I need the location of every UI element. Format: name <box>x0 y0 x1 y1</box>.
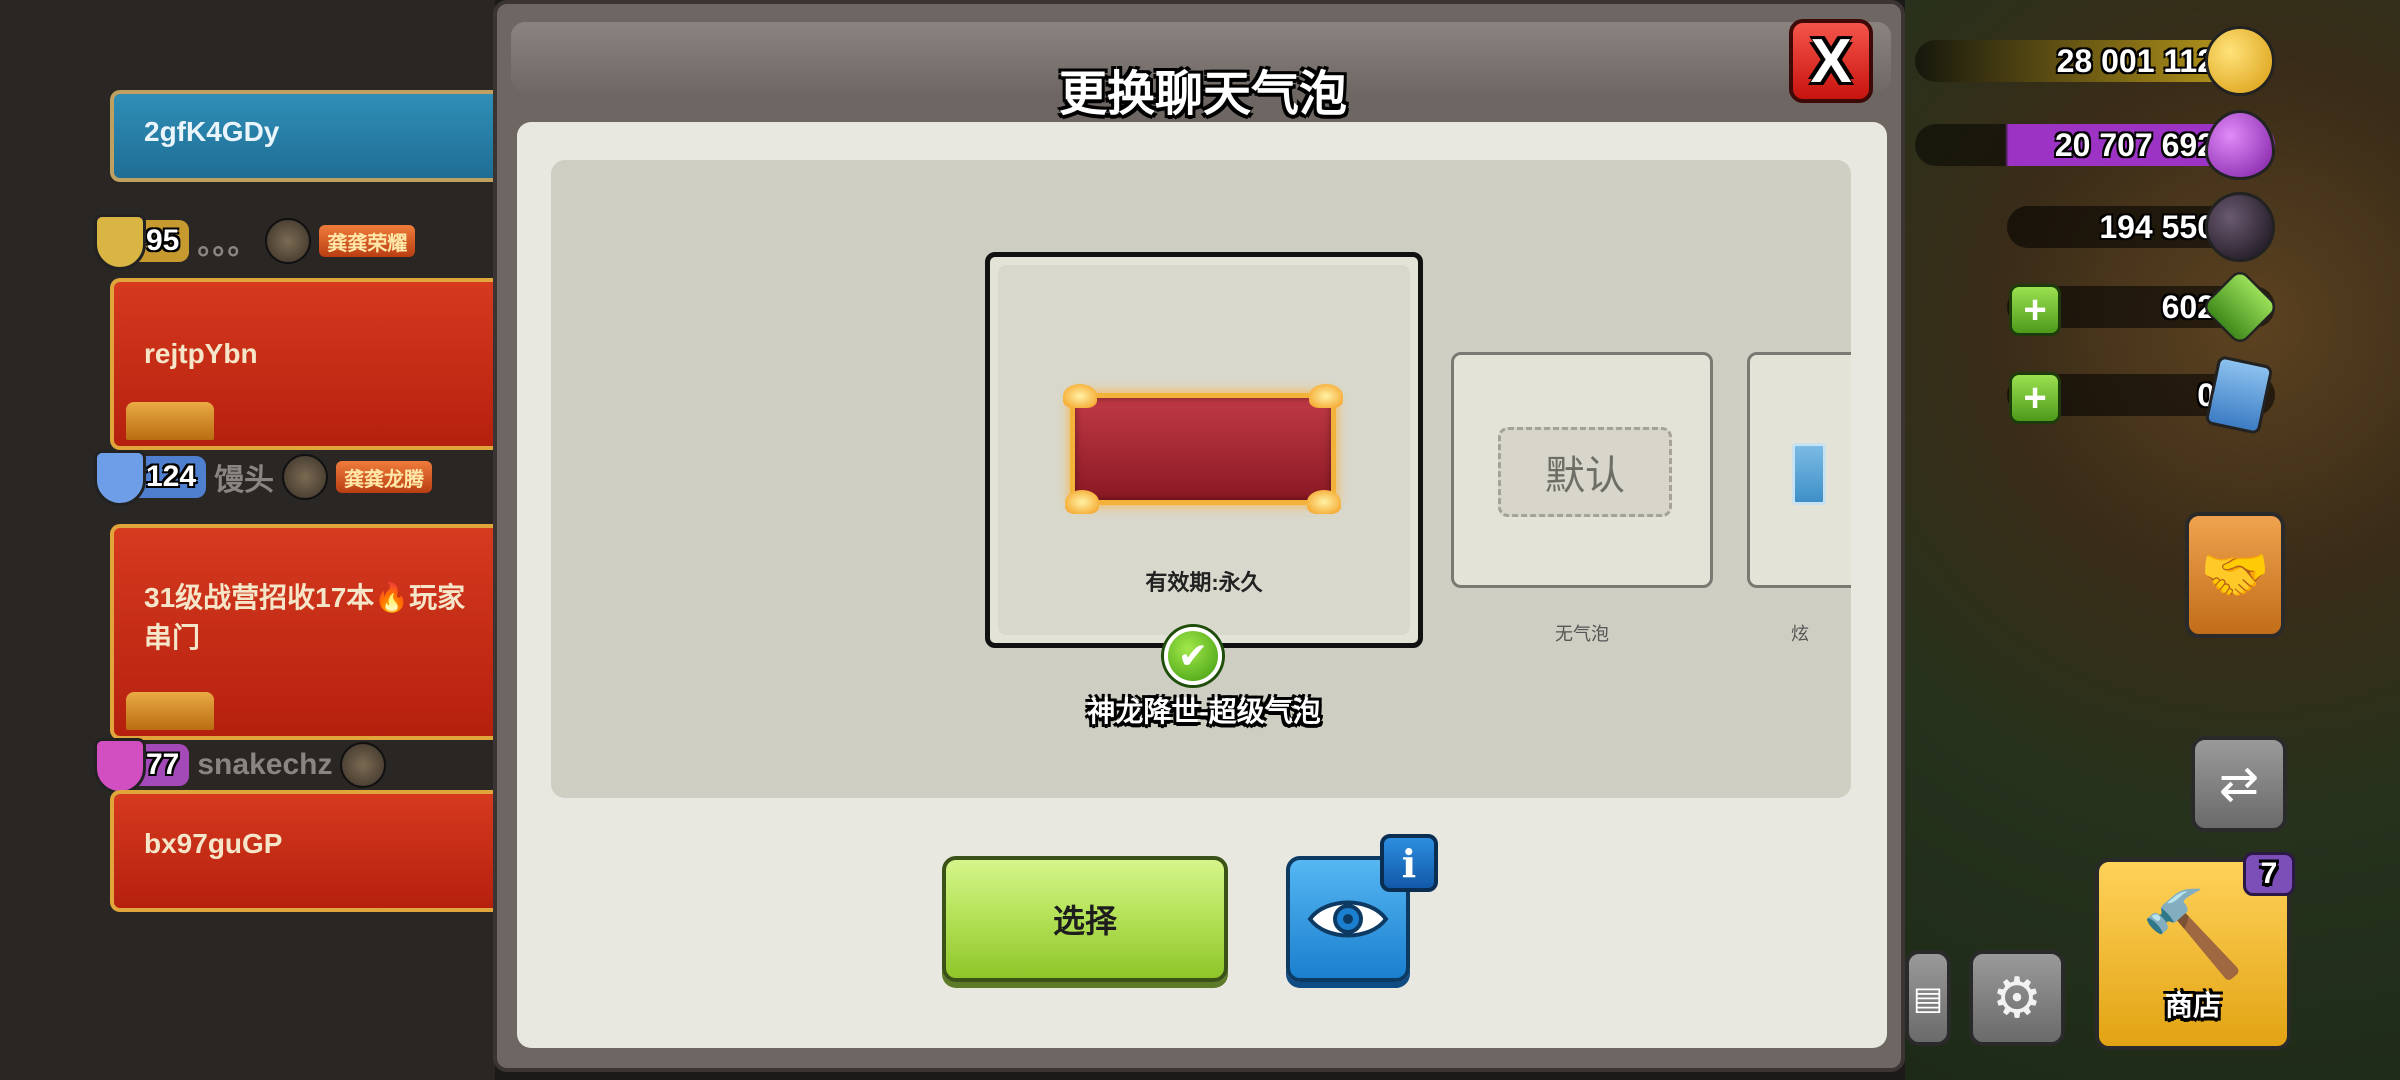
chat-message[interactable]: bx97guGP <box>110 790 495 912</box>
select-button-label: 选择 <box>1052 903 1117 939</box>
trophy-shield-icon <box>94 214 146 270</box>
close-icon: X <box>1810 26 1852 96</box>
bubble-validity: 有效期:永久 <box>1145 570 1263 595</box>
handshake-icon: 🤝 <box>2200 543 2270 606</box>
trophy-shield-icon <box>94 738 146 794</box>
buy-tickets-plus-button[interactable]: + <box>2009 372 2061 424</box>
select-button[interactable]: 选择 <box>942 856 1228 982</box>
elixir-amount: 20 707 692 <box>2054 126 2215 163</box>
shop-badge-count: 7 <box>2260 857 2278 890</box>
buy-gems-plus-button[interactable]: + <box>2009 284 2061 336</box>
trophy-shield-icon <box>94 450 146 506</box>
bubble-card-inner: 有效期:永久 <box>998 265 1410 635</box>
flame-decoration-icon <box>1307 490 1341 514</box>
hammer-coins-icon: 🔨 <box>2140 886 2246 981</box>
elixir-drop-icon <box>2205 110 2275 180</box>
bubble-card-next[interactable] <box>1747 352 1851 588</box>
flame-decoration-icon <box>1309 384 1343 408</box>
selected-checkmark-icon: ✔ <box>1164 627 1222 685</box>
default-bubble-name: 无气泡 <box>1555 624 1609 644</box>
league-badge-icon <box>340 742 387 788</box>
trophy-count: 124 <box>146 460 197 493</box>
dark-elixir-icon <box>2205 192 2275 262</box>
chat-message[interactable]: rejtpYbn <box>110 278 495 450</box>
eye-icon <box>1307 900 1389 938</box>
sender-name[interactable]: snakechz <box>197 748 332 782</box>
league-badge-icon <box>265 218 312 264</box>
ticket-icon <box>2204 354 2274 436</box>
selected-bubble-name: 神龙降世-超级气泡 <box>1087 696 1321 727</box>
palace-decoration-icon <box>126 692 214 730</box>
chat-message-text: rejtpYbn <box>144 338 258 369</box>
info-icon: i <box>1401 840 1417 886</box>
chat-message-text: bx97guGP <box>144 828 283 859</box>
close-button[interactable]: X <box>1789 19 1873 103</box>
chat-sender-row: 95 。。。 龚龚荣耀 <box>94 214 416 270</box>
gem-icon <box>2200 267 2280 347</box>
gear-icon: ⚙ <box>1991 966 2043 1029</box>
dark-elixir-amount: 194 550 <box>2099 208 2215 245</box>
chat-sender-row: 124 馒头 龚龚龙腾 <box>94 450 433 506</box>
trophy-count: 77 <box>146 748 180 781</box>
sender-name[interactable]: 馒头 <box>214 455 274 499</box>
next-bubble-name: 炫 <box>1791 624 1809 644</box>
gold-coin-icon <box>2205 26 2275 96</box>
clan-tag: 龚龚龙腾 <box>336 461 433 493</box>
trophy-badge: 95 <box>94 214 190 270</box>
gold-amount: 28 001 112 <box>2056 42 2215 79</box>
trophy-badge: 77 <box>94 738 190 794</box>
chat-message[interactable]: 2gfK4GDy <box>110 90 495 182</box>
flame-decoration-icon <box>1065 490 1099 514</box>
shop-label: 商店 <box>2164 989 2221 1021</box>
next-bubble-preview <box>1792 443 1826 505</box>
settings-button[interactable]: ⚙ <box>1969 950 2065 1046</box>
chat-message-text: 2gfK4GDy <box>144 116 280 147</box>
scroll-icon: ▤ <box>1912 980 1944 1016</box>
chat-sender-row: 77 snakechz <box>94 738 387 794</box>
chat-message-text: 31级战营招收17本🔥玩家串门 <box>144 582 466 653</box>
bubble-card-selected[interactable]: 有效期:永久 ✔ <box>985 252 1423 685</box>
flame-decoration-icon <box>1063 384 1097 408</box>
chat-panel: 2gfK4GDy 95 。。。 龚龚荣耀 rejtpYbn 124 馒头 龚龚龙… <box>0 0 495 1080</box>
bubble-gallery[interactable]: 有效期:永久 ✔ 神龙降世-超级气泡 默认 无气泡 炫 <box>551 160 1851 798</box>
dialog-title: 更换聊天气泡 <box>1058 68 1347 121</box>
league-badge-icon <box>282 454 329 500</box>
clan-handshake-button[interactable]: 🤝 <box>2185 512 2285 638</box>
chat-message[interactable]: 31级战营招收17本🔥玩家串门 <box>110 524 495 740</box>
resource-hud: 28 001 112 20 707 692 194 550 602 + 0 + … <box>1905 0 2400 1080</box>
trophy-badge: 124 <box>94 450 207 506</box>
dragon-bubble-preview <box>1063 384 1343 514</box>
sender-name[interactable]: 。。。 <box>197 219 257 263</box>
palace-decoration-icon <box>126 402 214 440</box>
clan-tag: 龚龚荣耀 <box>319 225 416 257</box>
default-bubble-preview: 默认 <box>1498 427 1672 517</box>
move-edit-button[interactable]: ⇄ <box>2191 736 2287 832</box>
info-button[interactable]: i <box>1380 834 1438 892</box>
shop-notification-badge: 7 <box>2243 852 2295 896</box>
move-arrows-icon: ⇄ <box>2218 758 2260 811</box>
bubble-card-default[interactable]: 默认 <box>1451 352 1713 588</box>
layout-button[interactable]: ▤ <box>1905 950 1951 1046</box>
trophy-count: 95 <box>146 224 180 257</box>
